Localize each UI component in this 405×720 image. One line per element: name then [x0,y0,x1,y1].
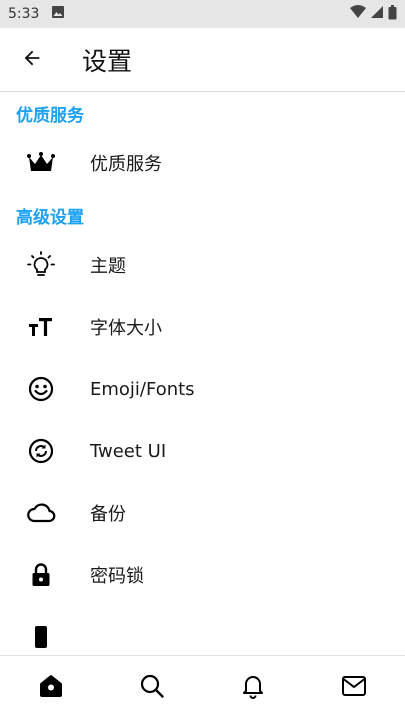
lightbulb-icon [0,250,80,280]
settings-item-tweet-ui[interactable]: Tweet UI [0,420,405,482]
wifi-icon [350,5,366,23]
page-title: 设置 [82,46,133,76]
settings-item-label: 主题 [90,256,126,277]
search-icon [139,673,165,703]
nav-messages-tab[interactable] [324,658,384,718]
settings-item-label: Tweet UI [90,440,167,462]
settings-item-font-size[interactable]: 字体大小 [0,296,405,358]
nav-notifications-tab[interactable] [223,658,283,718]
smiley-icon [0,376,80,402]
bottom-nav [0,655,405,720]
status-bar: 5:33 [0,0,405,28]
arrow-left-icon [21,47,43,73]
mail-icon [341,675,367,701]
signal-icon [370,5,384,23]
cloud-icon [0,502,80,524]
settings-item-emoji-fonts[interactable]: Emoji/Fonts [0,358,405,420]
lock-icon [0,562,80,588]
settings-item-label: 备份 [90,504,126,525]
section-title-advanced: 高级设置 [16,208,84,228]
settings-item-label: 字体大小 [90,318,162,339]
crown-icon [0,152,80,174]
partial-row-icon [0,624,80,650]
back-button[interactable] [0,28,64,92]
nav-search-tab[interactable] [122,658,182,718]
sync-circle-icon [0,438,80,464]
section-title-premium: 优质服务 [16,106,84,126]
settings-item-partial[interactable] [0,606,405,655]
battery-icon [388,4,397,24]
settings-item-premium[interactable]: 优质服务 [0,132,405,194]
settings-item-passcode-lock[interactable]: 密码锁 [0,544,405,606]
settings-item-label: 密码锁 [90,566,144,587]
settings-item-theme[interactable]: 主题 [0,234,405,296]
app-bar: 设置 [0,28,405,92]
settings-item-label: Emoji/Fonts [90,378,195,400]
settings-item-label: 优质服务 [90,154,162,175]
text-size-icon [0,316,80,338]
settings-item-backup[interactable]: 备份 [0,482,405,544]
image-notification-icon [51,5,65,23]
nav-home-tab[interactable] [21,658,81,718]
settings-list: 优质服务 优质服务 高级设置 主题 字体大小 Emoji/Fonts Tweet… [0,92,405,655]
status-time: 5:33 [8,6,40,22]
home-icon [38,673,64,703]
bell-icon [240,673,266,703]
